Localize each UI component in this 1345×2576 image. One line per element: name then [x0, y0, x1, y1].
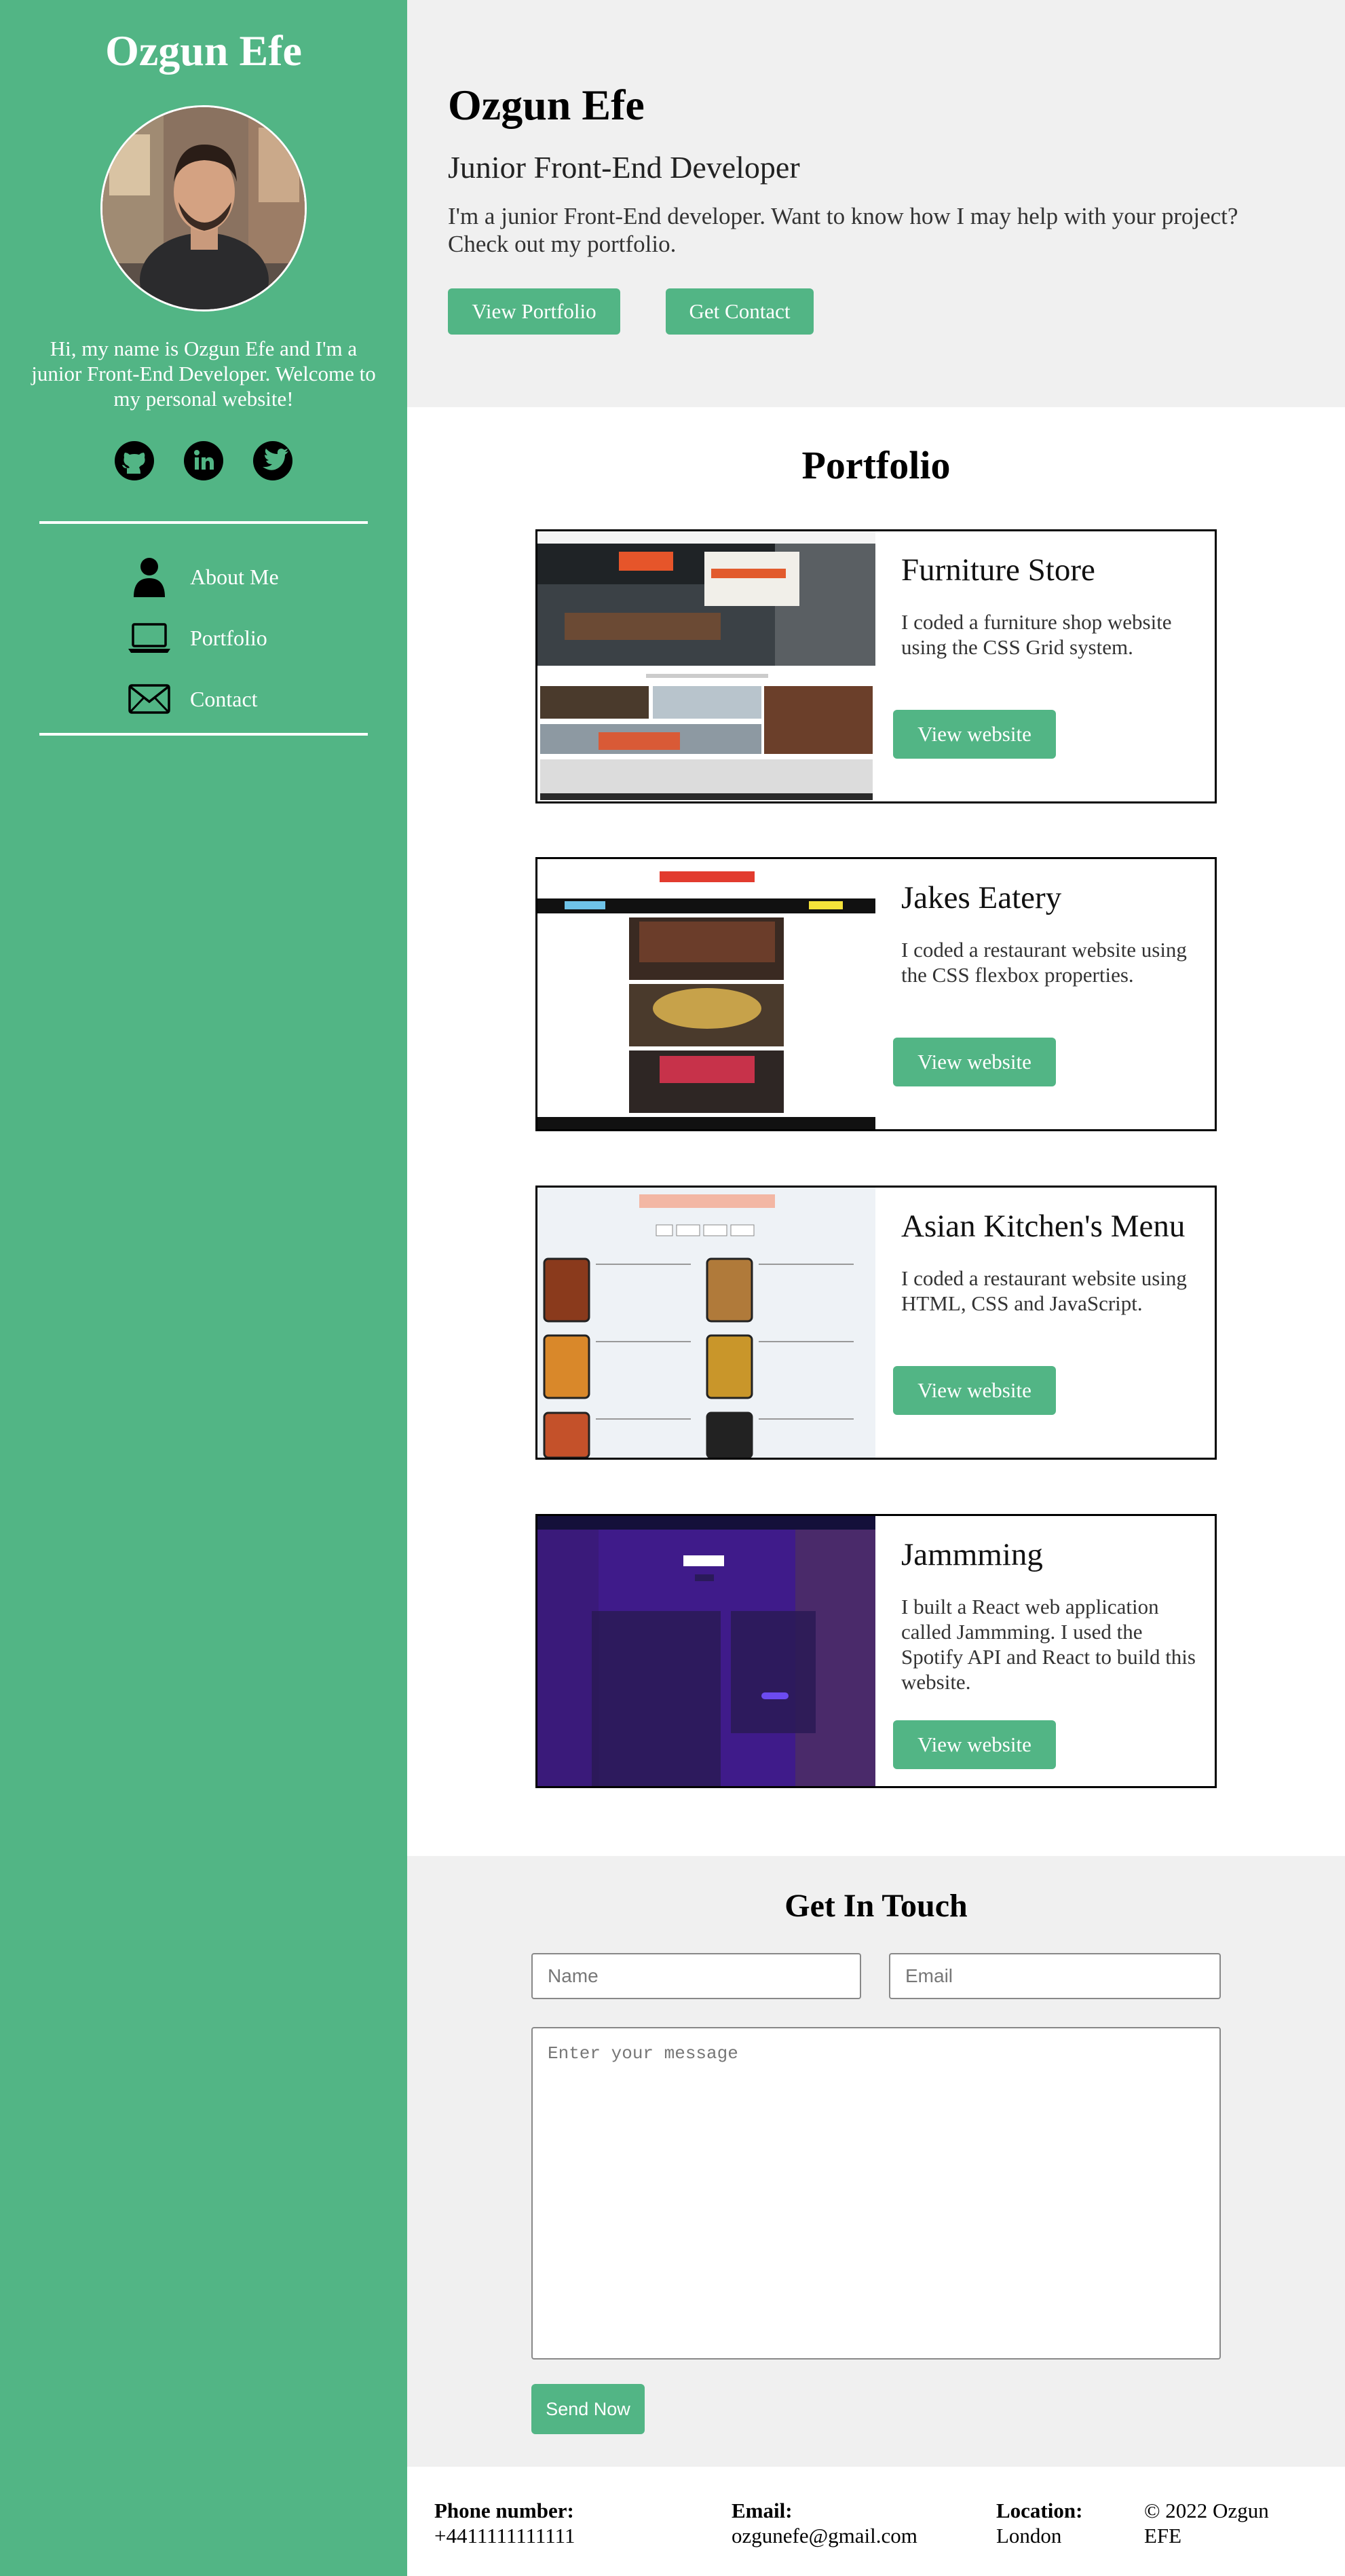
project-thumbnail[interactable]	[537, 1188, 875, 1458]
footer-location: Location: London	[996, 2498, 1082, 2548]
footer: Phone number: +4411111111111 Email: ozgu…	[407, 2467, 1345, 2576]
footer-email: Email: ozgunefe@gmail.com	[732, 2498, 917, 2548]
project-thumbnail[interactable]	[537, 859, 875, 1129]
footer-email-label: Email:	[732, 2499, 793, 2522]
envelope-icon	[126, 679, 173, 719]
footer-phone: Phone number: +4411111111111	[434, 2498, 575, 2548]
linkedin-icon[interactable]	[183, 440, 225, 482]
hero-role: Junior Front-End Developer	[448, 150, 800, 185]
project-card-jammming: Jammming I built a React web application…	[535, 1514, 1217, 1788]
footer-location-label: Location:	[996, 2499, 1083, 2522]
portfolio-title: Portfolio	[801, 443, 951, 487]
contact-section: Get In Touch Name Email Enter your messa…	[407, 1856, 1345, 2467]
project-description: I coded a restaurant website using the C…	[901, 938, 1187, 987]
nav-item-label: About Me	[190, 564, 279, 589]
sidebar: Ozgun Efe Hi, my name is Ozgun Efe and I…	[0, 0, 407, 2576]
project-thumbnail[interactable]	[537, 531, 875, 801]
email-input[interactable]: Email	[889, 1953, 1221, 1999]
view-website-button[interactable]: View website	[893, 1038, 1056, 1086]
sidebar-nav: About Me Portfolio Contact	[126, 546, 279, 730]
contact-title: Get In Touch	[784, 1888, 968, 1924]
view-portfolio-button[interactable]: View Portfolio	[448, 288, 620, 335]
project-title: Furniture Store	[901, 552, 1095, 588]
profile-avatar	[100, 105, 307, 311]
get-contact-button[interactable]: Get Contact	[666, 288, 814, 335]
footer-phone-label: Phone number:	[434, 2499, 574, 2522]
project-card-jakes-eatery: Jakes Eatery I coded a restaurant websit…	[535, 857, 1217, 1131]
nav-item-contact[interactable]: Contact	[126, 668, 279, 730]
sidebar-divider-top	[39, 521, 368, 524]
project-card-furniture-store: Furniture Store I coded a furniture shop…	[535, 529, 1217, 803]
project-description: I built a React web application called J…	[901, 1595, 1196, 1694]
message-textarea[interactable]: Enter your message	[531, 2027, 1221, 2360]
project-title: Jakes Eatery	[901, 880, 1062, 915]
footer-copyright: © 2022 Ozgun EFE	[1144, 2499, 1269, 2547]
footer-location-value: London	[996, 2524, 1062, 2547]
view-website-button[interactable]: View website	[893, 1720, 1056, 1769]
github-icon[interactable]	[113, 440, 155, 482]
intro-text: Hi, my name is Ozgun Efe and I'm a junio…	[31, 337, 376, 411]
project-card-asian-kitchens-menu: Asian Kitchen's Menu I coded a restauran…	[535, 1186, 1217, 1460]
footer-phone-value: +4411111111111	[434, 2524, 575, 2547]
social-links	[0, 440, 407, 482]
twitter-icon[interactable]	[252, 440, 294, 482]
name-input[interactable]: Name	[531, 1953, 861, 1999]
send-now-button[interactable]: Send Now	[531, 2384, 645, 2434]
nav-item-label: Portfolio	[190, 625, 267, 650]
nav-item-label: Contact	[190, 686, 258, 711]
project-description: I coded a restaurant website using HTML,…	[901, 1266, 1187, 1315]
hero-name: Ozgun Efe	[448, 81, 645, 129]
footer-email-value: ozgunefe@gmail.com	[732, 2524, 917, 2547]
project-title: Asian Kitchen's Menu	[901, 1209, 1186, 1244]
view-website-button[interactable]: View website	[893, 710, 1056, 759]
hero-section: Ozgun Efe Junior Front-End Developer I'm…	[407, 0, 1345, 407]
sidebar-divider-bottom	[39, 733, 368, 736]
nav-item-portfolio[interactable]: Portfolio	[126, 607, 279, 668]
project-title: Jammming	[901, 1537, 1043, 1572]
view-website-button[interactable]: View website	[893, 1366, 1056, 1415]
sidebar-title: Ozgun Efe	[105, 26, 302, 75]
laptop-icon	[126, 618, 173, 658]
hero-description: I'm a junior Front-End developer. Want t…	[448, 203, 1238, 257]
project-description: I coded a furniture shop website using t…	[901, 610, 1172, 659]
person-icon	[126, 556, 173, 597]
nav-item-about-me[interactable]: About Me	[126, 546, 279, 607]
project-thumbnail[interactable]	[537, 1516, 875, 1786]
